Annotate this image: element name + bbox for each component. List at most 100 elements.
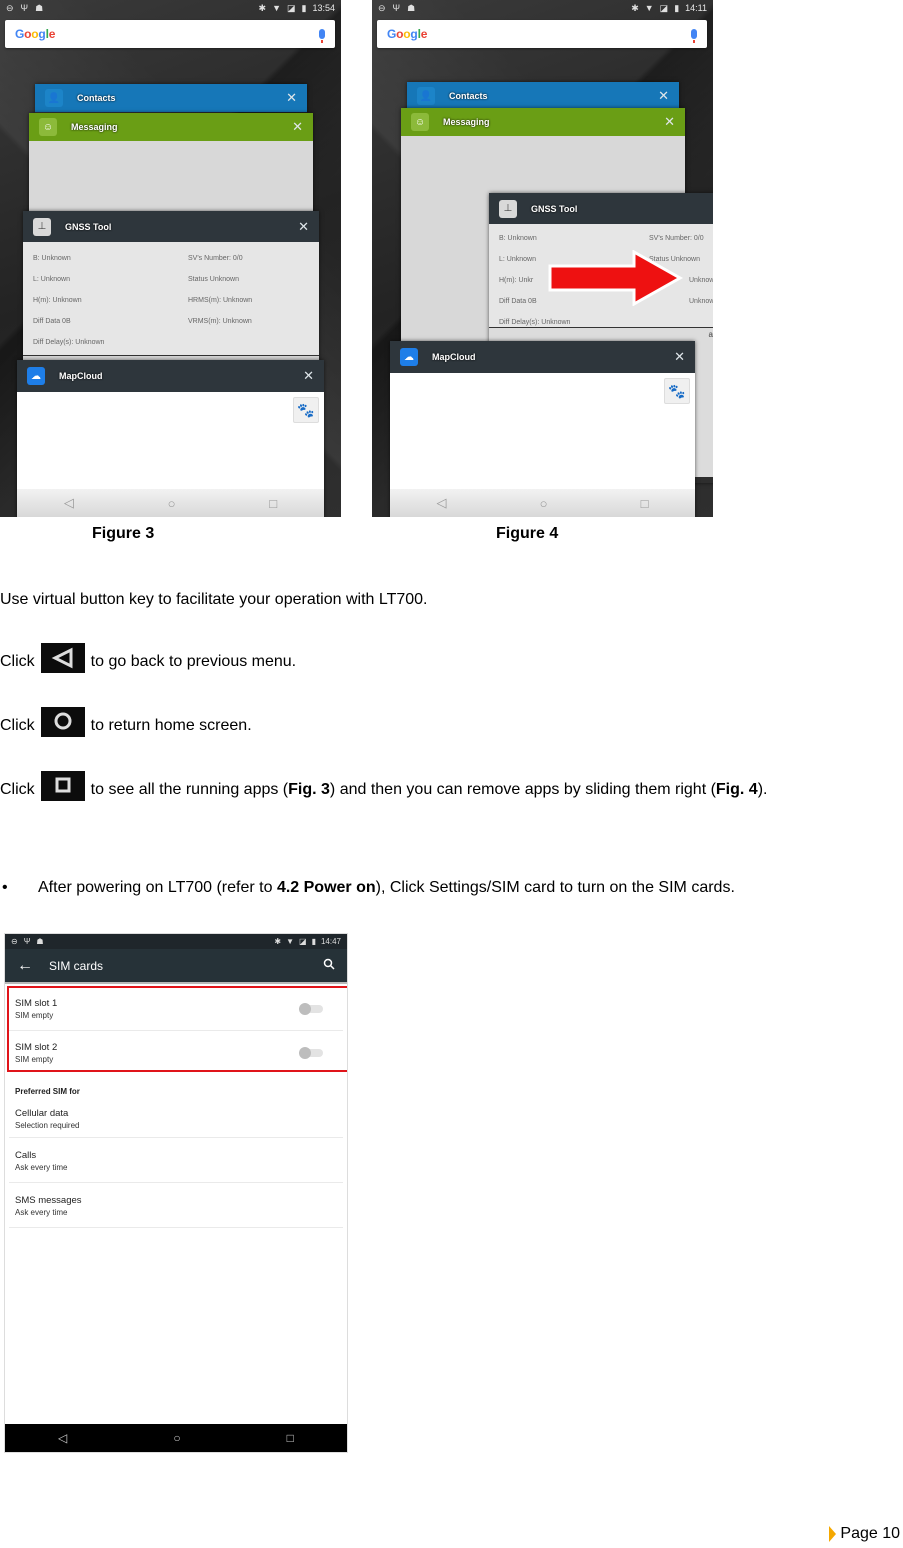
figure-4-caption: Figure 4 xyxy=(496,525,559,542)
back-instruction: Click to go back to previous menu. xyxy=(0,643,296,677)
wifi-icon: ▼ xyxy=(286,937,294,946)
mapcloud-icon: ☁ xyxy=(400,348,418,366)
bluetooth-icon: ✱ xyxy=(274,937,282,946)
android-icon: ☗ xyxy=(407,2,416,13)
back-arrow-icon[interactable]: ← xyxy=(17,957,49,975)
status-bar: ⊖Ψ☗ ✱ ▼ ◪ ▮ 14:47 xyxy=(5,934,347,949)
search-icon[interactable] xyxy=(323,958,335,973)
google-logo: Google xyxy=(15,27,56,41)
close-icon[interactable]: ✕ xyxy=(286,90,297,106)
home-instruction: Click to return home screen. xyxy=(0,707,252,741)
home-icon[interactable]: ○ xyxy=(173,1431,180,1445)
recent-card-messaging[interactable]: ☺ Messaging ✕ xyxy=(29,113,313,223)
pref-sms[interactable]: SMS messages Ask every time xyxy=(5,1183,347,1228)
messaging-icon: ☺ xyxy=(411,113,429,131)
card-title: Messaging xyxy=(71,122,118,132)
gnss-row: H(m): Unknown HRMS(m): Unknown xyxy=(33,297,253,304)
page-title: SIM cards xyxy=(49,958,104,973)
battery-icon: ▮ xyxy=(301,2,307,13)
android-icon: ☗ xyxy=(35,2,44,13)
back-icon[interactable]: ◁ xyxy=(64,495,74,511)
gnss-row: Diff Delay(s): Unknown xyxy=(33,339,105,346)
toolbar: ← SIM cards xyxy=(5,949,347,984)
bullet-item: • After powering on LT700 (refer to 4.2 P… xyxy=(2,879,735,896)
google-logo: Google xyxy=(387,27,428,41)
nav-bar: ◁ ○ □ xyxy=(390,489,695,517)
close-icon[interactable]: ✕ xyxy=(664,114,675,130)
battery-icon: ▮ xyxy=(674,2,680,13)
status-time: 14:47 xyxy=(320,937,341,946)
bluetooth-icon: ✱ xyxy=(258,2,267,13)
home-icon[interactable]: ○ xyxy=(540,496,548,511)
nav-bar: ◁ ○ □ xyxy=(5,1424,347,1452)
intro-paragraph: Use virtual button key to facilitate you… xyxy=(0,591,428,608)
home-key-icon xyxy=(40,707,85,737)
preferred-sim-heading: Preferred SIM for xyxy=(15,1087,80,1096)
back-key-icon xyxy=(40,643,85,673)
gnss-antenna-icon: ⊥ xyxy=(33,217,51,236)
home-icon[interactable]: ○ xyxy=(168,496,176,511)
highlight-box xyxy=(7,986,347,1072)
card-title: GNSS Tool xyxy=(65,221,112,232)
card-title: Contacts xyxy=(77,93,116,103)
card-title: Contacts xyxy=(449,91,488,101)
back-icon[interactable]: ◁ xyxy=(58,1431,67,1445)
back-icon[interactable]: ◁ xyxy=(437,495,447,511)
status-time: 14:11 xyxy=(685,3,707,13)
figure-4-screenshot: ⊖ Ψ ☗ ✱ ▼ ◪ ▮ 14:11 Google 👤 Contacts ✕ ☺ Mess… xyxy=(372,0,713,517)
card-title: MapCloud xyxy=(432,352,476,362)
card-title: Messaging xyxy=(443,117,490,127)
status-bar: ⊖ Ψ ☗ ✱ ▼ ◪ ▮ 14:11 xyxy=(372,0,713,16)
gnss-row: Diff Data 0B VRMS(m): Unknown xyxy=(33,318,252,325)
bullet-glyph: • xyxy=(2,879,8,896)
recent-card-contacts[interactable]: 👤 Contacts ✕ xyxy=(407,82,679,110)
swipe-right-arrow-icon xyxy=(548,250,684,306)
usb-icon: Ψ xyxy=(20,2,29,13)
gnss-row: L: Unknown Status Unknown xyxy=(33,276,239,283)
mapcloud-icon: ☁ xyxy=(27,367,45,385)
mic-icon[interactable] xyxy=(319,29,325,43)
messaging-icon: ☺ xyxy=(39,118,57,136)
no-sim-icon: ◪ xyxy=(287,2,296,13)
no-sim-icon: ◪ xyxy=(659,2,669,13)
wifi-icon: ▼ xyxy=(644,2,654,13)
card-title: GNSS Tool xyxy=(531,203,578,214)
recents-icon[interactable]: □ xyxy=(641,496,649,511)
bluetooth-icon: ✱ xyxy=(631,2,639,13)
status-time: 13:54 xyxy=(312,3,335,13)
contacts-icon: 👤 xyxy=(45,89,63,107)
peek-text: alUn xyxy=(708,330,713,339)
sim-cards-screenshot: ⊖Ψ☗ ✱ ▼ ◪ ▮ 14:47 ← SIM cards SIM slot 1 SIM … xyxy=(4,933,348,1453)
google-search-bar[interactable]: Google xyxy=(377,20,707,48)
close-icon[interactable]: ✕ xyxy=(658,88,669,104)
card-title: MapCloud xyxy=(59,371,103,381)
status-bar: ⊖ Ψ ☗ ✱ ▼ ◪ ▮ 13:54 xyxy=(0,0,341,16)
google-search-bar[interactable]: Google xyxy=(5,20,335,48)
recents-icon[interactable]: □ xyxy=(287,1431,294,1445)
battery-icon: ▮ xyxy=(311,937,316,946)
close-icon[interactable]: ✕ xyxy=(292,119,303,135)
close-icon[interactable]: ✕ xyxy=(674,349,685,365)
recents-instruction: Click to see all the running apps (Fig. 3… xyxy=(0,771,767,805)
pref-calls[interactable]: Calls Ask every time xyxy=(5,1138,347,1183)
recent-card-gnss-tool[interactable]: ⊥ GNSS Tool ✕ B: Unknown SV's Number: 0/0… xyxy=(23,211,319,371)
sync-icon: ⊖ xyxy=(378,2,386,13)
contacts-icon: 👤 xyxy=(417,87,435,105)
pref-cellular-data[interactable]: Cellular data Selection required xyxy=(5,1100,347,1138)
wifi-icon: ▼ xyxy=(272,2,281,13)
paw-icon[interactable]: 🐾 xyxy=(664,378,690,404)
no-sim-icon: ◪ xyxy=(299,937,307,946)
recent-card-contacts[interactable]: 👤 Contacts ✕ xyxy=(35,84,307,114)
gnss-row: B: Unknown SV's Number: 0/0 xyxy=(33,255,243,262)
usb-icon: Ψ xyxy=(392,2,401,13)
paw-icon[interactable]: 🐾 xyxy=(293,397,319,423)
page-number: Page 10 xyxy=(829,1525,900,1543)
close-icon[interactable]: ✕ xyxy=(303,368,314,384)
close-icon[interactable]: ✕ xyxy=(298,219,309,235)
figure-3-screenshot: ⊖ Ψ ☗ ✱ ▼ ◪ ▮ 13:54 Google 👤 Contacts ✕ ☺ Mess… xyxy=(0,0,341,517)
nav-bar: ◁ ○ □ xyxy=(17,489,324,517)
recents-icon[interactable]: □ xyxy=(269,496,277,511)
mic-icon[interactable] xyxy=(691,29,697,43)
gnss-antenna-icon: ⊥ xyxy=(499,199,517,218)
sync-icon: ⊖ xyxy=(6,2,14,13)
